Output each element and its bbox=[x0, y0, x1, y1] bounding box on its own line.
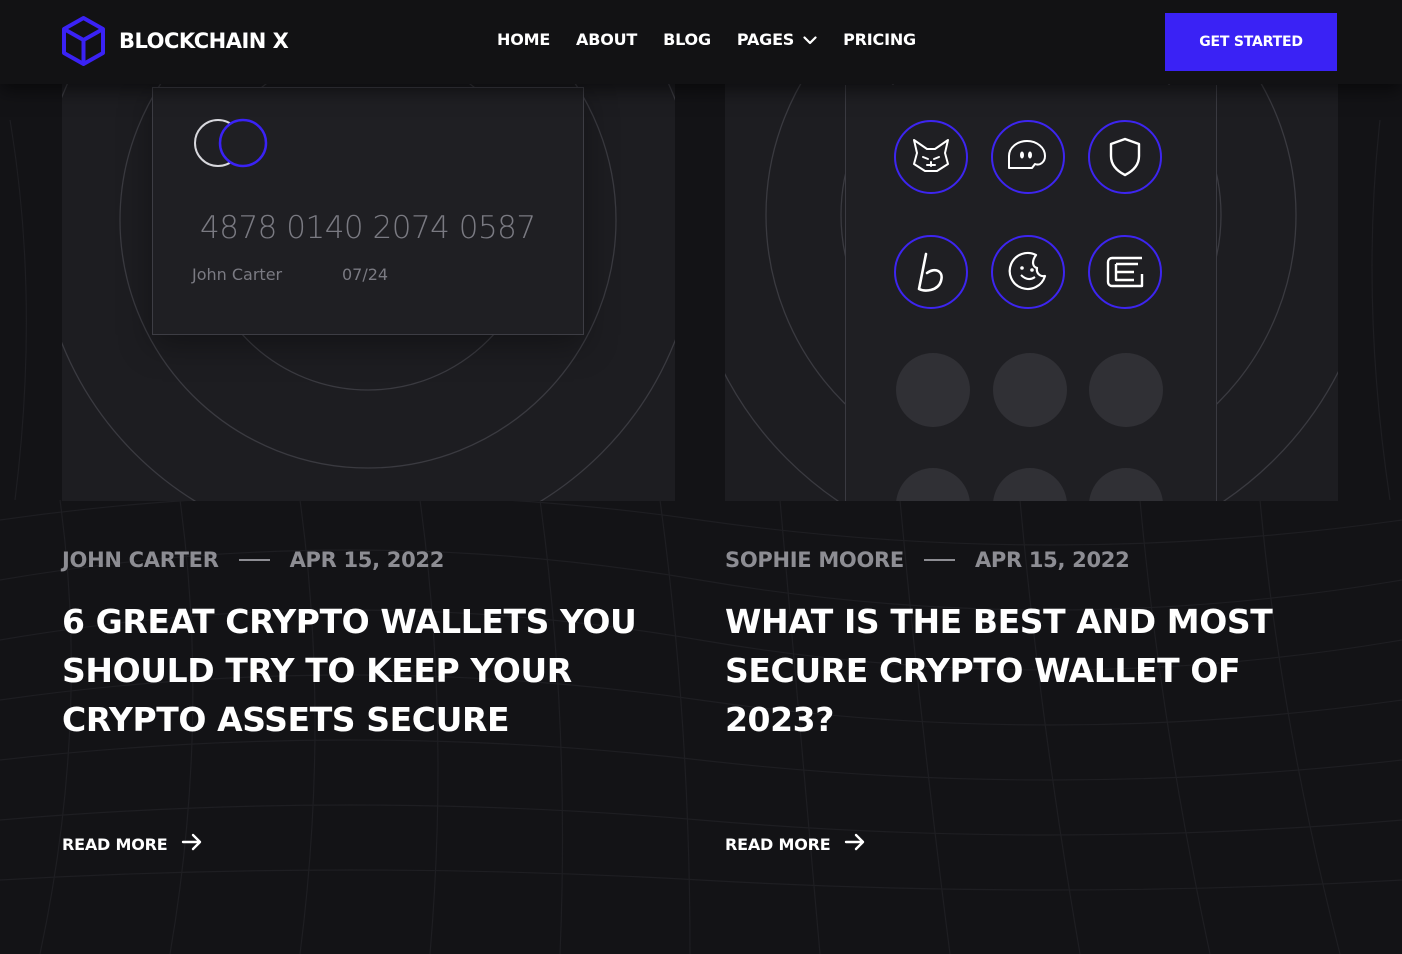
exodus-e-icon bbox=[1088, 235, 1162, 309]
brand-name: BLOCKCHAIN X bbox=[119, 29, 289, 53]
app-placeholder bbox=[993, 353, 1067, 427]
post-author: SOPHIE MOORE bbox=[725, 548, 904, 572]
arrow-right-icon bbox=[181, 833, 203, 855]
phone-illustration bbox=[845, 85, 1217, 501]
nav-pages-dropdown[interactable]: PAGES bbox=[737, 30, 817, 49]
phantom-ghost-icon bbox=[991, 120, 1065, 194]
card-number: 4878 0140 2074 0587 bbox=[200, 210, 536, 246]
main-nav: HOME ABOUT BLOG PAGES PRICING bbox=[497, 30, 942, 49]
post-date: APR 15, 2022 bbox=[974, 548, 1130, 572]
app-placeholder bbox=[896, 468, 970, 501]
nav-blog[interactable]: BLOG bbox=[663, 30, 711, 49]
card-holder-name: John Carter bbox=[192, 265, 283, 284]
cookie-face-icon bbox=[991, 235, 1065, 309]
app-placeholder bbox=[993, 468, 1067, 501]
post-meta: JOHN CARTER APR 15, 2022 bbox=[62, 548, 444, 572]
cube-logo-icon bbox=[60, 15, 107, 67]
nav-about[interactable]: ABOUT bbox=[576, 30, 637, 49]
get-started-button[interactable]: GET STARTED bbox=[1165, 13, 1337, 71]
card-brand-circles-icon bbox=[193, 118, 271, 176]
post-title[interactable]: WHAT IS THE BEST AND MOST SECURE CRYPTO … bbox=[725, 597, 1325, 744]
nav-pricing[interactable]: PRICING bbox=[843, 30, 916, 49]
nav-home-label: HOME bbox=[497, 30, 551, 49]
credit-card-illustration: 4878 0140 2074 0587 John Carter 07/24 bbox=[152, 87, 584, 335]
app-placeholder bbox=[1089, 468, 1163, 501]
arrow-right-icon bbox=[844, 833, 866, 855]
post-meta: SOPHIE MOORE APR 15, 2022 bbox=[725, 548, 1130, 572]
read-more-link[interactable]: READ MORE bbox=[725, 833, 866, 855]
nav-pricing-label: PRICING bbox=[843, 30, 916, 49]
post-author: JOHN CARTER bbox=[62, 548, 219, 572]
nav-home[interactable]: HOME bbox=[497, 30, 550, 49]
app-placeholder bbox=[896, 353, 970, 427]
nav-pages-label: PAGES bbox=[736, 30, 795, 49]
bitcoin-b-icon bbox=[894, 235, 968, 309]
read-more-link[interactable]: READ MORE bbox=[62, 833, 203, 855]
metamask-fox-icon bbox=[894, 120, 968, 194]
nav-blog-label: BLOG bbox=[663, 30, 711, 49]
shield-icon bbox=[1088, 120, 1162, 194]
site-header: BLOCKCHAIN X HOME ABOUT BLOG PAGES PRICI… bbox=[0, 0, 1402, 84]
brand-logo[interactable]: BLOCKCHAIN X bbox=[60, 15, 289, 67]
post-date: APR 15, 2022 bbox=[289, 548, 445, 572]
read-more-label: READ MORE bbox=[725, 834, 831, 854]
app-placeholder bbox=[1089, 353, 1163, 427]
chevron-down-icon bbox=[803, 30, 817, 49]
nav-about-label: ABOUT bbox=[576, 30, 638, 49]
read-more-label: READ MORE bbox=[62, 834, 168, 854]
meta-separator bbox=[923, 559, 955, 561]
meta-separator bbox=[238, 559, 270, 561]
post-title[interactable]: 6 GREAT CRYPTO WALLETS YOU SHOULD TRY TO… bbox=[62, 597, 662, 744]
card-expiry: 07/24 bbox=[342, 265, 389, 284]
